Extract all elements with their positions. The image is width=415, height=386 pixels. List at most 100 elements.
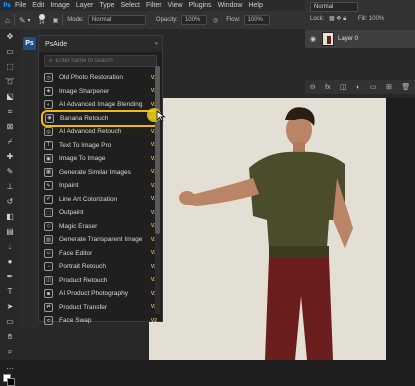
lock-all-icon[interactable]: 🔒︎ — [343, 16, 346, 22]
more-tools-icon[interactable]: … — [0, 359, 20, 374]
new-layer-icon[interactable]: ⊞ — [386, 83, 392, 91]
home-icon[interactable]: ⌂ — [5, 16, 10, 25]
plugin-item-ai-product-photography[interactable]: ◙ AI Product Photography V2 — [39, 287, 162, 301]
crop-tool-icon[interactable]: ⌗ — [0, 104, 20, 119]
flow-field[interactable]: 100% — [243, 15, 270, 25]
plugin-item-label: Banana Retouch — [60, 114, 109, 122]
layer-name[interactable]: Layer 0 — [338, 36, 358, 42]
menu-file[interactable]: File — [15, 2, 26, 9]
plugin-item-banana-retouch[interactable]: ◉ Banana Retouch V2 — [41, 109, 160, 127]
lock-row: Lock: ▦ ✥ 🔒︎ Fill: 100% — [310, 15, 384, 23]
marquee-tool-icon[interactable]: ⬚ — [0, 59, 20, 74]
menu-edit[interactable]: Edit — [32, 2, 44, 9]
document-image[interactable] — [149, 98, 386, 360]
menu-type[interactable]: Type — [99, 2, 114, 9]
blend-mode-select[interactable]: Normal — [310, 2, 358, 12]
lasso-tool-icon[interactable]: ➰ — [0, 74, 20, 89]
plugin-item-magic-eraser[interactable]: ◇ Magic Eraser V2 — [39, 220, 162, 234]
plugin-item-label: Product Transfer — [59, 303, 108, 311]
flow-label: Flow: — [226, 17, 241, 23]
menu-view[interactable]: View — [168, 2, 183, 9]
plugin-item-product-transfer[interactable]: ⇄ Product Transfer V2 — [39, 301, 162, 315]
fx-icon[interactable]: fx — [325, 84, 330, 91]
object-select-icon[interactable]: ⬕ — [0, 89, 20, 104]
plugin-item-label: Face Editor — [59, 249, 93, 257]
plugin-search-field[interactable]: ⌕ — [44, 55, 157, 67]
type-tool-icon[interactable]: T — [0, 284, 20, 299]
plugin-item-image-to-image[interactable]: ▣ Image To Image V2 — [39, 152, 162, 166]
psaide-badge-icon[interactable]: Ps — [23, 37, 36, 50]
pen-tool-icon[interactable]: ✒ — [0, 269, 20, 284]
frame-tool-icon[interactable]: ⊠ — [0, 119, 20, 134]
blur-tool-icon[interactable]: 💧︎ — [0, 239, 20, 254]
hand-tool-icon[interactable]: ✋︎ — [0, 329, 20, 344]
plugin-item-product-retouch[interactable]: ◫ Product Retouch V2 — [39, 274, 162, 288]
mask-icon[interactable]: ◫ — [340, 83, 347, 91]
chevron-down-icon[interactable]: ▾ — [28, 17, 31, 24]
gradient-tool-icon[interactable]: ▤ — [0, 224, 20, 239]
zoom-tool-icon[interactable]: ⌕ — [0, 344, 20, 359]
adjustment-icon[interactable]: ◐ — [356, 84, 360, 91]
retouch-icon: ◉ — [45, 113, 54, 123]
image-icon: ▣ — [44, 154, 53, 164]
man-photo — [149, 98, 386, 360]
eyedropper-tool-icon[interactable]: ⌿ — [0, 134, 20, 149]
artboard-tool-icon[interactable]: ▭ — [0, 44, 20, 59]
scrollbar-thumb[interactable] — [155, 66, 160, 234]
plugin-item-line-art-colorization[interactable]: ✐ Line Art Colorization V2 — [39, 193, 162, 207]
brush-preset-picker[interactable]: 14 — [38, 14, 45, 26]
clone-stamp-icon[interactable]: ⊥ — [0, 179, 20, 194]
layers-footer: ⊖ fx ◫ ◐ ▭ ⊞ 🗑︎ — [305, 80, 415, 94]
plugin-item-portrait-retouch[interactable]: ◔ Portrait Retouch V2 — [39, 260, 162, 274]
pressure-opacity-icon[interactable]: ◎ — [213, 17, 218, 24]
mode-select[interactable]: Normal — [87, 15, 146, 25]
brush-tool-icon[interactable]: ✎ — [0, 164, 20, 179]
healing-brush-icon[interactable]: ✚ — [0, 149, 20, 164]
move-tool-icon[interactable]: ✥ — [0, 29, 20, 44]
menu-image[interactable]: Image — [50, 2, 69, 9]
face-swap-icon: ⟲ — [44, 316, 53, 326]
layer-row[interactable]: ◉ Layer 0 — [305, 30, 415, 48]
menu-filter[interactable]: Filter — [146, 2, 162, 9]
menu-select[interactable]: Select — [121, 2, 140, 9]
path-select-icon[interactable]: ➤ — [0, 299, 20, 314]
plugin-item-old-photo-restoration[interactable]: ◷ Old Photo Restoration V2 — [39, 71, 162, 85]
lock-pixels-icon[interactable]: ▦ — [329, 16, 335, 22]
plugin-item-generate-similar-images[interactable]: ▦ Generate Similar Images V2 — [39, 166, 162, 180]
background-color-swatch[interactable] — [7, 378, 15, 386]
link-icon[interactable]: ⊖ — [310, 83, 316, 91]
trash-icon[interactable]: 🗑︎ — [401, 83, 410, 91]
menu-plugins[interactable]: Plugins — [189, 2, 212, 9]
plugin-item-face-swap[interactable]: ⟲ Face Swap V2 — [39, 314, 162, 328]
plugin-item-ai-advanced-image-blending[interactable]: ◐ AI Advanced Image Blending V2 — [39, 98, 162, 112]
plugin-item-image-sharpener[interactable]: ◈ Image Sharpener V2 — [39, 85, 162, 99]
brush-settings-icon[interactable]: ▣ — [53, 17, 59, 24]
rectangle-tool-icon[interactable]: ▭ — [0, 314, 20, 329]
eye-icon[interactable]: ◉ — [308, 35, 318, 43]
menu-window[interactable]: Window — [218, 2, 243, 9]
plugin-item-label: Outpaint — [59, 209, 84, 217]
plugin-list-scrollbar[interactable] — [155, 66, 160, 314]
plugin-item-generate-transparent-image[interactable]: ▧ Generate Transparent Image V2 — [39, 233, 162, 247]
plugin-item-face-editor[interactable]: ☺ Face Editor V2 — [39, 247, 162, 261]
plugin-search-input[interactable] — [55, 58, 146, 64]
plugin-item-outpaint[interactable]: ⬚ Outpaint V2 — [39, 206, 162, 220]
folder-icon[interactable]: ▭ — [370, 83, 377, 91]
photoshop-logo: Ps — [2, 1, 12, 10]
eraser-tool-icon[interactable]: ◧ — [0, 209, 20, 224]
dodge-tool-icon[interactable]: ● — [0, 254, 20, 269]
lock-position-icon[interactable]: ✥ — [336, 16, 341, 22]
psaide-plugin-panel: PsAide » ⌕ ◷ Old Photo Restoration V2 ◈ … — [38, 35, 163, 326]
plugin-item-text-to-image-pro[interactable]: T Text To Image Pro V2 — [39, 139, 162, 153]
plugin-item-ai-advanced-retouch[interactable]: ◎ AI Advanced Retouch V2 — [39, 125, 162, 139]
brush-tool-icon[interactable]: ✎ — [19, 16, 26, 25]
plugin-item-label: Inpaint — [59, 182, 79, 190]
history-brush-icon[interactable]: ↺ — [0, 194, 20, 209]
menu-layer[interactable]: Layer — [76, 2, 94, 9]
collapse-icon[interactable]: » — [155, 41, 158, 47]
divider — [13, 14, 15, 26]
menu-help[interactable]: Help — [248, 2, 262, 9]
opacity-field[interactable]: 100% — [180, 15, 207, 25]
plugin-item-inpaint[interactable]: ✎ Inpaint V2 — [39, 179, 162, 193]
fill-value[interactable]: 100% — [369, 16, 384, 22]
